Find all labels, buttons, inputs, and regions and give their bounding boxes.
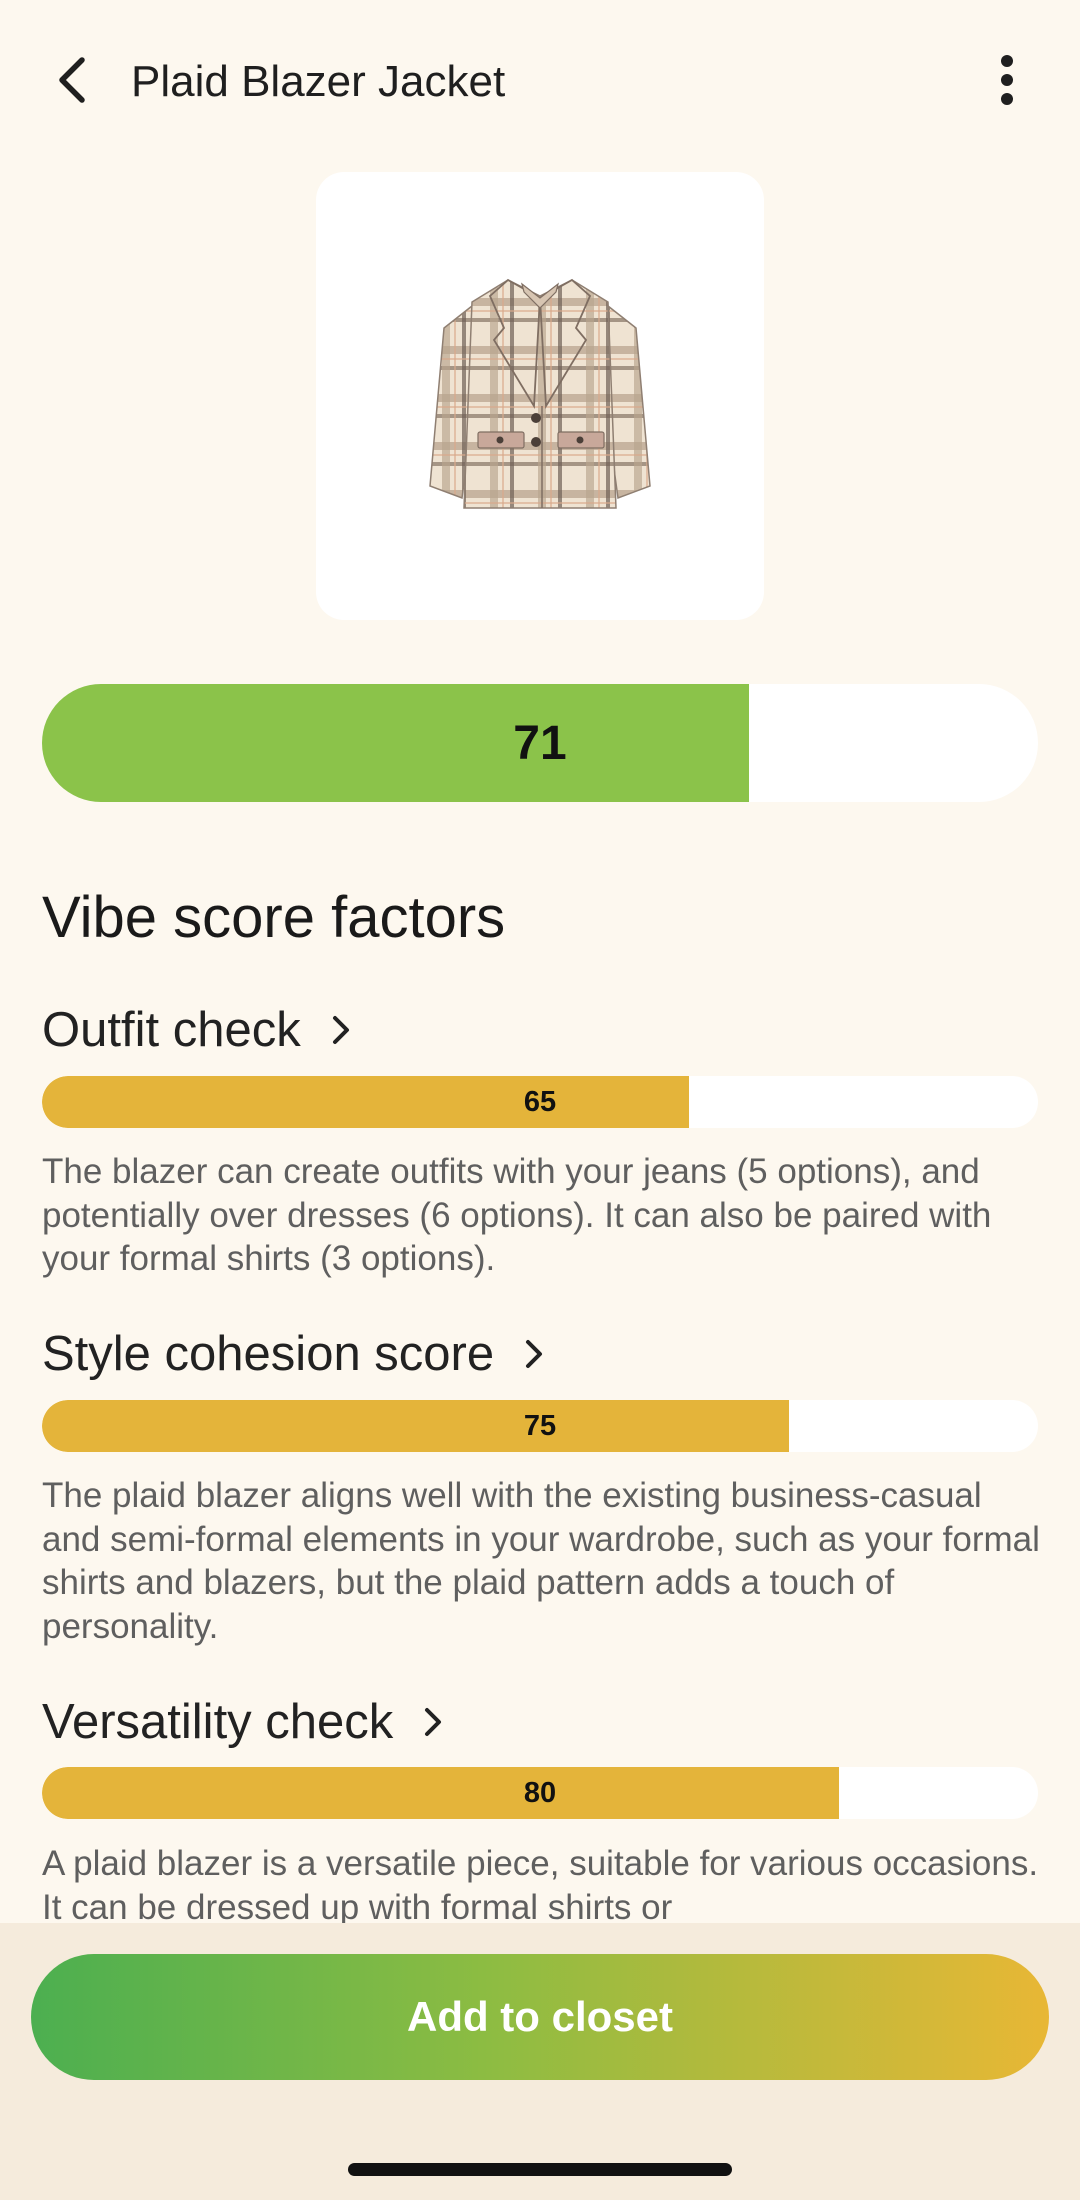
- vibe-score-value: 71: [513, 716, 567, 770]
- factor-description: The plaid blazer aligns well with the ex…: [42, 1476, 1040, 1646]
- factor-score-value: 65: [523, 1085, 557, 1118]
- factor-score-value: 80: [523, 1776, 557, 1809]
- factor-score-value: 75: [523, 1409, 557, 1442]
- more-options-button[interactable]: [975, 50, 1039, 114]
- product-image-card: [316, 172, 764, 620]
- factor-versatility-check-link[interactable]: Versatility check: [42, 1690, 443, 1754]
- factor-description: The blazer can create outfits with your …: [42, 1152, 992, 1278]
- chevron-right-icon: [423, 1706, 443, 1738]
- chevron-right-icon: [331, 1014, 351, 1046]
- add-to-closet-button[interactable]: Add to closet: [31, 1954, 1049, 2080]
- vibe-score-bar: 71: [42, 684, 1038, 802]
- more-vertical-icon: [999, 54, 1015, 110]
- chevron-right-icon: [524, 1338, 544, 1370]
- page-title: Plaid Blazer Jacket: [131, 57, 506, 106]
- factor-title: Outfit check: [42, 1003, 301, 1057]
- factor-score-bar: 75: [42, 1400, 1038, 1452]
- chevron-left-icon: [52, 54, 92, 111]
- factor-score-bar: 80: [42, 1767, 1038, 1819]
- top-app-bar: Plaid Blazer Jacket: [0, 0, 1080, 165]
- factor-style-cohesion-link[interactable]: Style cohesion score: [42, 1322, 544, 1386]
- home-indicator[interactable]: [348, 2163, 732, 2176]
- factor-score-bar: 65: [42, 1076, 1038, 1128]
- plaid-blazer-jacket-image: [429, 278, 651, 509]
- back-button[interactable]: [40, 50, 104, 114]
- factor-description: A plaid blazer is a versatile piece, sui…: [42, 1844, 1039, 1923]
- factor-outfit-check-link[interactable]: Outfit check: [42, 998, 351, 1062]
- factor-title: Style cohesion score: [42, 1327, 495, 1381]
- vibe-score-factors-heading: Vibe score factors: [42, 885, 506, 950]
- factor-title: Versatility check: [42, 1695, 394, 1749]
